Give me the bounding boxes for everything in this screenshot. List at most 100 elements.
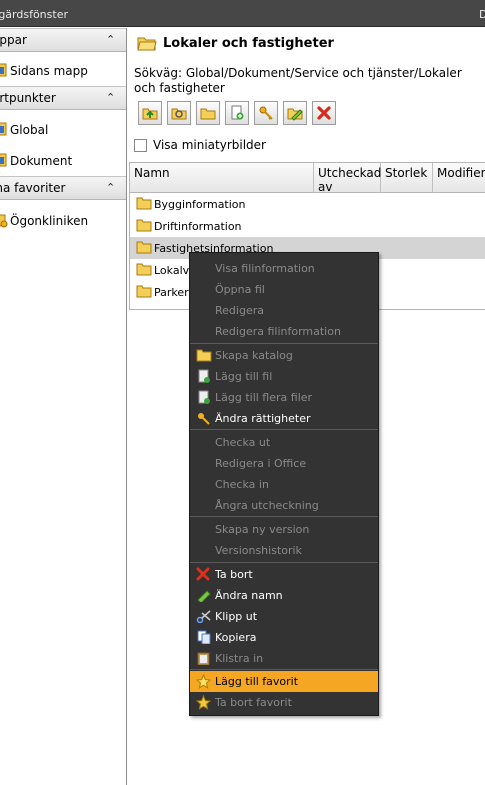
table-row[interactable]: Bygginformation bbox=[130, 193, 485, 215]
menu-item-check-out[interactable]: Checka ut bbox=[190, 432, 378, 453]
menu-item-add-multiple-files[interactable]: Lägg till flera filer bbox=[190, 387, 378, 408]
section-header-starting-points[interactable]: artpunkter ⌃ bbox=[0, 86, 126, 110]
column-header-checked-out-by[interactable]: Utcheckad av bbox=[314, 163, 381, 194]
permissions-button[interactable] bbox=[254, 101, 278, 125]
menu-item-label: Versionshistorik bbox=[215, 544, 302, 557]
paste-icon bbox=[196, 651, 212, 668]
menu-item-label: Ändra namn bbox=[215, 589, 283, 602]
menu-item-label: Checka ut bbox=[215, 436, 271, 449]
folder-document-icon bbox=[0, 152, 8, 171]
folder-icon bbox=[136, 196, 152, 213]
section-header-label: appar bbox=[0, 33, 27, 47]
sidebar: appar ⌃ Sidans mapp artpunkter ⌃ Global … bbox=[0, 28, 127, 785]
chevron-collapse-icon[interactable]: ⌃ bbox=[106, 33, 115, 46]
rename-icon bbox=[196, 588, 212, 605]
menu-item-add-favorite[interactable]: Lägg till favorit bbox=[190, 671, 378, 692]
menu-item-label: Kopiera bbox=[215, 631, 257, 644]
menu-item-copy[interactable]: Kopiera bbox=[190, 627, 378, 648]
section-header-folders[interactable]: appar ⌃ bbox=[0, 28, 126, 52]
window-title: tgärdsfönster bbox=[0, 8, 68, 21]
menu-item-label: Ta bort bbox=[215, 568, 253, 581]
row-name: Bygginformation bbox=[154, 198, 246, 211]
menu-item-edit[interactable]: Redigera bbox=[190, 300, 378, 321]
menu-item-change-permissions[interactable]: Ändra rättigheter bbox=[190, 408, 378, 429]
folder-icon bbox=[136, 240, 152, 257]
row-name: Driftinformation bbox=[154, 220, 242, 233]
menu-separator bbox=[190, 429, 378, 430]
menu-item-label: Skapa katalog bbox=[215, 349, 293, 362]
table-row[interactable]: Driftinformation bbox=[130, 215, 485, 237]
sidebar-item-label: Global bbox=[10, 123, 49, 137]
menu-item-label: Ändra rättigheter bbox=[215, 412, 311, 425]
menu-item-edit-in-office[interactable]: Redigera i Office bbox=[190, 453, 378, 474]
folder-icon bbox=[196, 348, 212, 365]
menu-item-label: Visa filinformation bbox=[215, 262, 315, 275]
page-title: Lokaler och fastigheter bbox=[163, 36, 334, 51]
delete-icon bbox=[196, 567, 210, 584]
sidebar-item-label: Ögonkliniken bbox=[10, 214, 89, 228]
folder-icon bbox=[136, 262, 152, 279]
menu-item-view-file-info[interactable]: Visa filinformation bbox=[190, 258, 378, 279]
sidebar-item-label: Sidans mapp bbox=[10, 64, 88, 78]
folder-open-icon bbox=[137, 37, 157, 55]
folder-page-icon bbox=[0, 62, 8, 81]
column-header-size[interactable]: Storlek bbox=[381, 163, 433, 193]
star-icon bbox=[195, 673, 212, 692]
cut-icon bbox=[196, 609, 212, 626]
folder-search-button[interactable] bbox=[167, 101, 191, 125]
menu-item-label: Lägg till favorit bbox=[215, 675, 299, 688]
menu-separator bbox=[190, 562, 378, 563]
menu-item-label: Redigera filinformation bbox=[215, 325, 341, 338]
menu-item-paste[interactable]: Klistra in bbox=[190, 648, 378, 669]
menu-item-version-history[interactable]: Versionshistorik bbox=[190, 540, 378, 561]
menu-item-label: Ångra utcheckning bbox=[215, 499, 319, 512]
breadcrumb-path: Sökväg: Global/Dokument/Service och tjän… bbox=[134, 66, 462, 95]
menu-item-label: Klipp ut bbox=[215, 610, 258, 623]
menu-item-create-folder[interactable]: Skapa katalog bbox=[190, 345, 378, 366]
key-icon bbox=[196, 411, 212, 429]
menu-item-label: Skapa ny version bbox=[215, 523, 310, 536]
chevron-collapse-icon[interactable]: ⌃ bbox=[106, 91, 115, 104]
menu-item-add-file[interactable]: Lägg till fil bbox=[190, 366, 378, 387]
show-thumbnails-label: Visa miniatyrbilder bbox=[153, 138, 266, 152]
section-header-label: artpunkter bbox=[0, 91, 56, 105]
add-file-button[interactable] bbox=[225, 101, 249, 125]
menu-item-rename[interactable]: Ändra namn bbox=[190, 585, 378, 606]
column-header-modified[interactable]: Modifier bbox=[433, 163, 485, 193]
menu-item-label: Klistra in bbox=[215, 652, 264, 665]
menu-item-label: Ta bort favorit bbox=[215, 696, 292, 709]
new-folder-button[interactable] bbox=[196, 101, 220, 125]
sidebar-item-label: Dokument bbox=[10, 154, 73, 168]
menu-item-label: Redigera bbox=[215, 304, 264, 317]
menu-separator bbox=[190, 343, 378, 344]
section-header-favorites[interactable]: ina favoriter ⌃ bbox=[0, 176, 126, 200]
menu-item-undo-checkout[interactable]: Ångra utcheckning bbox=[190, 495, 378, 516]
show-thumbnails-checkbox[interactable] bbox=[134, 139, 147, 152]
delete-button[interactable] bbox=[312, 101, 336, 125]
menu-item-edit-file-info[interactable]: Redigera filinformation bbox=[190, 321, 378, 342]
menu-item-cut[interactable]: Klipp ut bbox=[190, 606, 378, 627]
menu-item-delete[interactable]: Ta bort bbox=[190, 564, 378, 585]
menu-item-label: Redigera i Office bbox=[215, 457, 307, 470]
menu-item-label: Checka in bbox=[215, 478, 269, 491]
chevron-collapse-icon[interactable]: ⌃ bbox=[106, 181, 115, 194]
add-file-icon bbox=[196, 369, 212, 387]
menu-separator bbox=[190, 516, 378, 517]
menu-item-create-new-version[interactable]: Skapa ny version bbox=[190, 519, 378, 540]
folder-icon bbox=[136, 284, 152, 301]
window-titlebar: tgärdsfönster D bbox=[0, 0, 485, 27]
column-header-name[interactable]: Namn bbox=[130, 163, 314, 193]
folder-up-button[interactable] bbox=[138, 101, 162, 125]
menu-item-check-in[interactable]: Checka in bbox=[190, 474, 378, 495]
menu-item-open-file[interactable]: Öppna fil bbox=[190, 279, 378, 300]
folder-icon bbox=[136, 218, 152, 235]
titlebar-right-label: D bbox=[479, 8, 485, 21]
menu-separator bbox=[190, 669, 378, 670]
menu-item-remove-favorite[interactable]: Ta bort favorit bbox=[190, 692, 378, 713]
menu-item-label: Lägg till flera filer bbox=[215, 391, 313, 404]
star-icon bbox=[195, 694, 212, 713]
rename-button[interactable] bbox=[283, 101, 307, 125]
favorite-folder-icon bbox=[0, 212, 8, 231]
folder-global-icon bbox=[0, 121, 8, 140]
copy-icon bbox=[196, 630, 212, 647]
